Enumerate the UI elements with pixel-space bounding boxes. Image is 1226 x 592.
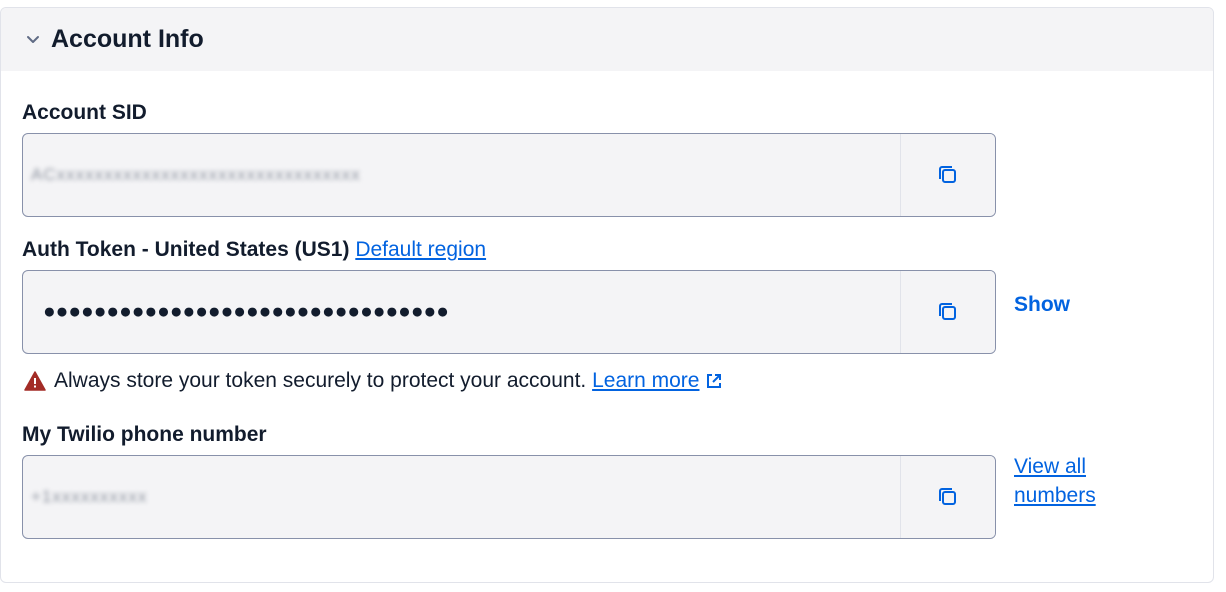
- phone-number-field[interactable]: +1xxxxxxxxxx: [22, 455, 996, 539]
- copy-icon: [939, 303, 956, 320]
- account-sid-label: Account SID: [22, 101, 147, 124]
- copy-auth-token-button[interactable]: [900, 271, 995, 353]
- default-region-link[interactable]: Default region: [355, 238, 486, 261]
- view-all-numbers-link[interactable]: View all numbers: [1014, 452, 1134, 510]
- account-info-header[interactable]: Account Info: [1, 8, 1213, 71]
- panel-title: Account Info: [51, 25, 204, 53]
- show-token-button[interactable]: Show: [1014, 293, 1070, 317]
- auth-token-field[interactable]: ●●●●●●●●●●●●●●●●●●●●●●●●●●●●●●●●: [22, 270, 996, 354]
- auth-token-label: Auth Token - United States (US1): [22, 238, 350, 261]
- phone-number-value: +1xxxxxxxxxx: [31, 487, 148, 506]
- learn-more-link[interactable]: Learn more: [592, 369, 699, 393]
- copy-icon: [939, 488, 956, 505]
- warning-text: Always store your token securely to prot…: [54, 369, 587, 392]
- auth-token-label-row: Auth Token - United States (US1) Default…: [22, 238, 486, 262]
- copy-icon: [939, 166, 956, 183]
- account-sid-value: ACxxxxxxxxxxxxxxxxxxxxxxxxxxxxxxxx: [31, 165, 361, 184]
- external-link-icon[interactable]: [705, 372, 723, 390]
- token-warning: Always store your token securely to prot…: [24, 369, 723, 393]
- warning-icon: [24, 371, 46, 391]
- phone-number-label: My Twilio phone number: [22, 423, 267, 446]
- chevron-down-icon: [27, 35, 39, 43]
- auth-token-value: ●●●●●●●●●●●●●●●●●●●●●●●●●●●●●●●●: [43, 300, 449, 323]
- copy-phone-number-button[interactable]: [900, 456, 995, 538]
- copy-account-sid-button[interactable]: [900, 134, 995, 216]
- account-sid-field[interactable]: ACxxxxxxxxxxxxxxxxxxxxxxxxxxxxxxxx: [22, 133, 996, 217]
